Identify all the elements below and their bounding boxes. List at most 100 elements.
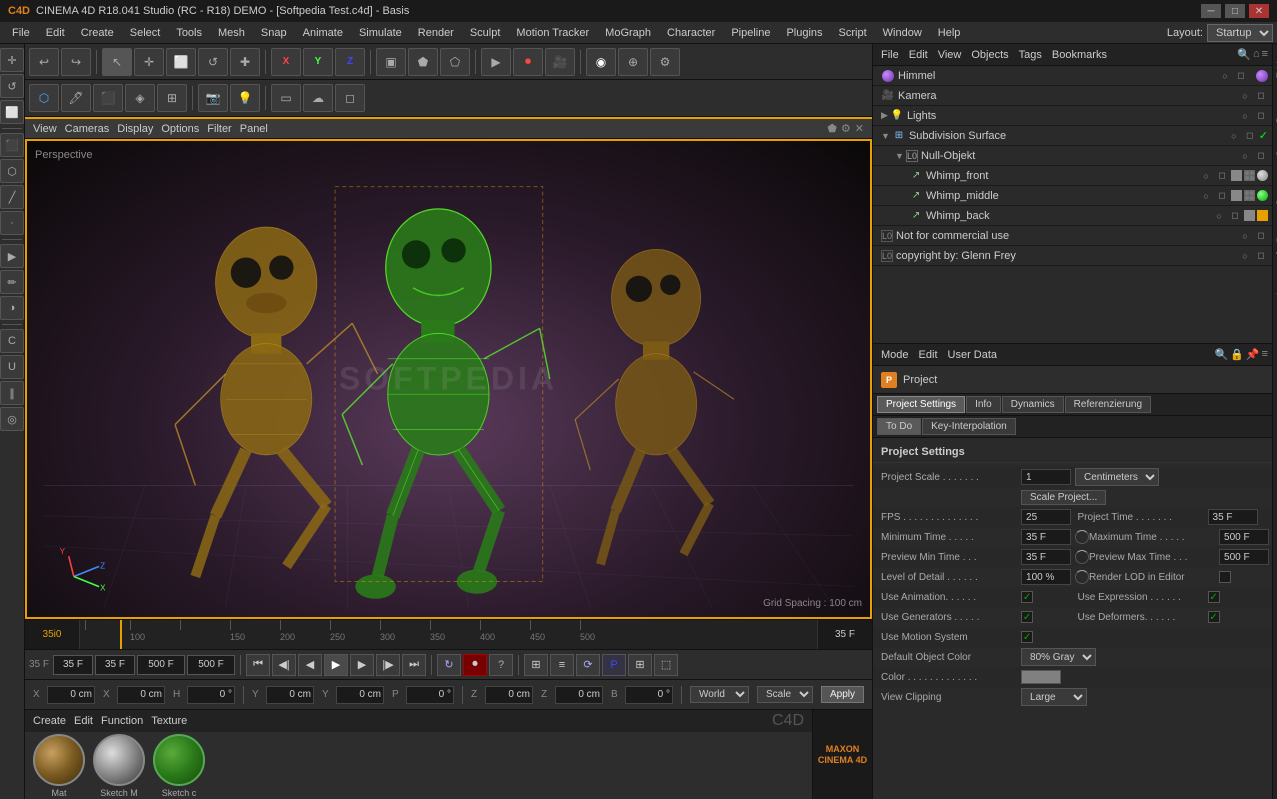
tb-sky[interactable]: ☁: [303, 84, 333, 112]
pb-play[interactable]: ▶: [324, 654, 348, 676]
rs-tab-layers[interactable]: Layers: [1273, 264, 1277, 299]
mat-menu-texture[interactable]: Texture: [151, 715, 187, 727]
om-menu-tags[interactable]: Tags: [1015, 49, 1046, 61]
om-flag-n1[interactable]: ○: [1238, 149, 1252, 163]
tool-sculpt[interactable]: ◑: [0, 296, 24, 320]
menu-mesh[interactable]: Mesh: [210, 25, 253, 41]
coord-z-input[interactable]: [485, 686, 533, 704]
tb-render-active[interactable]: ◉: [586, 48, 616, 76]
pb-question[interactable]: ?: [489, 654, 513, 676]
menu-render[interactable]: Render: [410, 25, 462, 41]
tool-polygon[interactable]: ⬡: [0, 159, 24, 183]
om-flag-k2[interactable]: ◻: [1254, 89, 1268, 103]
tb-brush[interactable]: 🖊: [61, 84, 91, 112]
pb-prev-key[interactable]: ◀|: [272, 654, 296, 676]
timeline-area[interactable]: 35i0 100 150 200 250: [25, 619, 872, 649]
tb-texture[interactable]: ⬛: [93, 84, 123, 112]
scale-dropdown[interactable]: Scale Size: [757, 686, 813, 703]
am-tab-dynamics[interactable]: Dynamics: [1002, 396, 1064, 413]
tb-render-all[interactable]: ⊕: [618, 48, 648, 76]
vp-options[interactable]: Options: [161, 123, 199, 135]
am-spinner-min[interactable]: [1075, 530, 1089, 544]
om-flag-n2[interactable]: ◻: [1254, 149, 1268, 163]
mat-item-sketch2[interactable]: Sketch c: [153, 734, 205, 798]
menu-plugins[interactable]: Plugins: [778, 25, 830, 41]
menu-pipeline[interactable]: Pipeline: [723, 25, 778, 41]
rs-tab-structure[interactable]: Structure: [1273, 165, 1277, 210]
pb-motion[interactable]: ⟳: [576, 654, 600, 676]
am-checkbox-renderlod[interactable]: [1219, 571, 1231, 583]
coord-p-input[interactable]: [406, 686, 454, 704]
am-dropdown-viewclipping[interactable]: Large Medium Small: [1021, 688, 1087, 706]
tb-y-axis[interactable]: Y: [303, 48, 333, 76]
om-row-notcommercial[interactable]: L0 Not for commercial use ○ ◻: [873, 226, 1272, 246]
om-settings[interactable]: ≡: [1262, 48, 1268, 61]
om-row-whimp-front[interactable]: ↗ Whimp_front ○ ◻: [873, 166, 1272, 186]
end-frame-input[interactable]: [95, 655, 135, 675]
om-row-null[interactable]: ▼ L0 Null-Objekt ○ ◻: [873, 146, 1272, 166]
tb-redo[interactable]: ↪: [61, 48, 91, 76]
om-flag-cr1[interactable]: ○: [1238, 249, 1252, 263]
material-ball-mat[interactable]: [33, 734, 85, 786]
tool-scale[interactable]: ⬜: [0, 100, 24, 124]
om-flag-1[interactable]: ○: [1218, 69, 1232, 83]
am-menu-userdata[interactable]: User Data: [944, 349, 1002, 361]
mat-item-mat[interactable]: Mat: [33, 734, 85, 798]
tool-snap-c[interactable]: C: [0, 329, 24, 353]
tb-persp[interactable]: ⬡: [29, 84, 59, 112]
pb-layers[interactable]: ≡: [550, 654, 574, 676]
am-lock[interactable]: 🔒: [1230, 348, 1244, 361]
am-checkbox-usedeformers[interactable]: ✓: [1208, 611, 1220, 623]
tb-env[interactable]: ◻: [335, 84, 365, 112]
coord-z2-input[interactable]: [555, 686, 603, 704]
min-frame-input[interactable]: [187, 655, 235, 675]
am-spinner-prev[interactable]: [1075, 550, 1089, 564]
tb-scale2[interactable]: ⬜: [166, 48, 196, 76]
menu-create[interactable]: Create: [73, 25, 122, 41]
vp-cameras[interactable]: Cameras: [65, 123, 110, 135]
am-subtab-keyinterp[interactable]: Key-Interpolation: [922, 418, 1016, 435]
tb-select-rect[interactable]: ↖: [102, 48, 132, 76]
timeline-ruler[interactable]: 100 150 200 250 300 350 400: [80, 620, 817, 649]
am-tab-info[interactable]: Info: [966, 396, 1001, 413]
pb-next-key[interactable]: |▶: [376, 654, 400, 676]
am-input-mintime[interactable]: [1021, 529, 1071, 545]
tb-x-axis[interactable]: X: [271, 48, 301, 76]
am-input-lod[interactable]: [1021, 569, 1071, 585]
tb-lamp[interactable]: 💡: [230, 84, 260, 112]
tb-transform[interactable]: ✚: [230, 48, 260, 76]
pb-loop[interactable]: ↻: [437, 654, 461, 676]
menu-simulate[interactable]: Simulate: [351, 25, 410, 41]
am-input-maxtime[interactable]: [1219, 529, 1269, 545]
menu-script[interactable]: Script: [831, 25, 875, 41]
am-checkbox-usemotion[interactable]: ✓: [1021, 631, 1033, 643]
am-dropdown-unit[interactable]: Centimeters Meters: [1075, 468, 1159, 486]
title-bar-controls[interactable]: ─ □ ✕: [1201, 4, 1269, 18]
am-tab-settings[interactable]: Project Settings: [877, 396, 965, 413]
tool-edge[interactable]: ╱: [0, 185, 24, 209]
om-flag-nc2[interactable]: ◻: [1254, 229, 1268, 243]
tb-move[interactable]: ✛: [134, 48, 164, 76]
om-flag-cr2[interactable]: ◻: [1254, 249, 1268, 263]
am-subtab-todo[interactable]: To Do: [877, 418, 921, 435]
tb-record[interactable]: ⏺: [513, 48, 543, 76]
menu-help[interactable]: Help: [930, 25, 969, 41]
tb-floor[interactable]: ▭: [271, 84, 301, 112]
om-row-copyright[interactable]: L0 copyright by: Glenn Frey ○ ◻: [873, 246, 1272, 266]
pb-next-frame[interactable]: ▶: [350, 654, 374, 676]
om-flag-wb2[interactable]: ◻: [1228, 209, 1242, 223]
tool-render[interactable]: ▶: [0, 244, 24, 268]
am-checkbox-usegenerators[interactable]: ✓: [1021, 611, 1033, 623]
om-flag-wm1[interactable]: ○: [1199, 189, 1213, 203]
pb-expand[interactable]: ⬚: [654, 654, 678, 676]
vp-settings[interactable]: ⚙: [841, 122, 851, 135]
am-checkbox-useanimation[interactable]: ✓: [1021, 591, 1033, 603]
pb-prev-frame[interactable]: ◀: [298, 654, 322, 676]
menu-motiontracker[interactable]: Motion Tracker: [508, 25, 597, 41]
vp-close[interactable]: ✕: [855, 122, 864, 135]
menu-animate[interactable]: Animate: [295, 25, 351, 41]
menu-character[interactable]: Character: [659, 25, 723, 41]
mat-menu-create[interactable]: Create: [33, 715, 66, 727]
om-flag-k1[interactable]: ○: [1238, 89, 1252, 103]
am-color-swatch[interactable]: [1021, 670, 1061, 684]
